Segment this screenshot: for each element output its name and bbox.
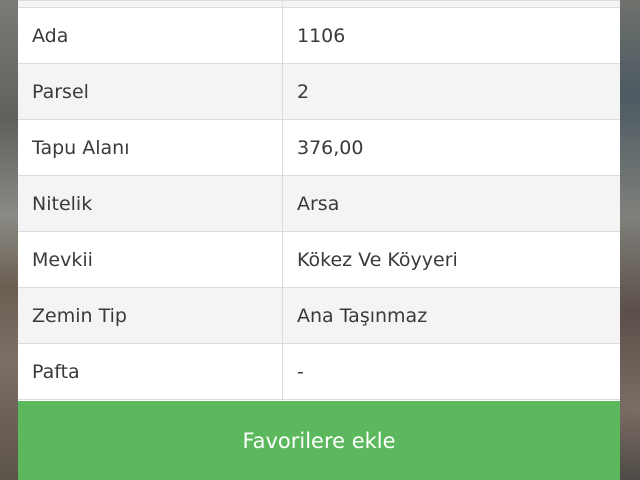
row-value: Arsa: [297, 192, 340, 215]
table-row-parsel: Parsel 2: [18, 64, 620, 120]
row-label: Parsel: [32, 80, 89, 103]
row-value: 376,00: [297, 136, 364, 159]
row-label: Mevkii: [32, 248, 93, 271]
property-details-table: Ada 1106 Parsel 2 Tapu Alanı 376,00 Nite…: [18, 0, 620, 400]
column-divider: [282, 1, 283, 7]
table-row-mevkii: Mevkii Kökez Ve Köyyeri: [18, 232, 620, 288]
table-row-nitelik: Nitelik Arsa: [18, 176, 620, 232]
row-value: Kökez Ve Köyyeri: [297, 248, 458, 271]
row-value: Ana Taşınmaz: [297, 304, 428, 327]
column-divider: [282, 120, 283, 175]
property-details-card: Ada 1106 Parsel 2 Tapu Alanı 376,00 Nite…: [18, 0, 620, 480]
column-divider: [282, 232, 283, 287]
column-divider: [282, 8, 283, 63]
row-value: 2: [297, 80, 310, 103]
add-to-favorites-button[interactable]: Favorilere ekle: [18, 401, 620, 480]
background-right-edge: [620, 0, 640, 480]
row-label: Ada: [32, 24, 69, 47]
table-row-zemin-tip: Zemin Tip Ana Taşınmaz: [18, 288, 620, 344]
row-value: -: [297, 360, 304, 383]
row-label: Nitelik: [32, 192, 93, 215]
column-divider: [282, 64, 283, 119]
table-row-pafta: Pafta -: [18, 344, 620, 400]
row-label: Tapu Alanı: [32, 136, 130, 159]
table-row-tapu-alani: Tapu Alanı 376,00: [18, 120, 620, 176]
row-label: Zemin Tip: [32, 304, 127, 327]
column-divider: [282, 176, 283, 231]
row-value: 1106: [297, 24, 346, 47]
background-left-edge: [0, 0, 18, 480]
table-row-partial: [18, 1, 620, 8]
column-divider: [282, 344, 283, 399]
column-divider: [282, 288, 283, 343]
table-row-ada: Ada 1106: [18, 8, 620, 64]
row-label: Pafta: [32, 360, 80, 383]
